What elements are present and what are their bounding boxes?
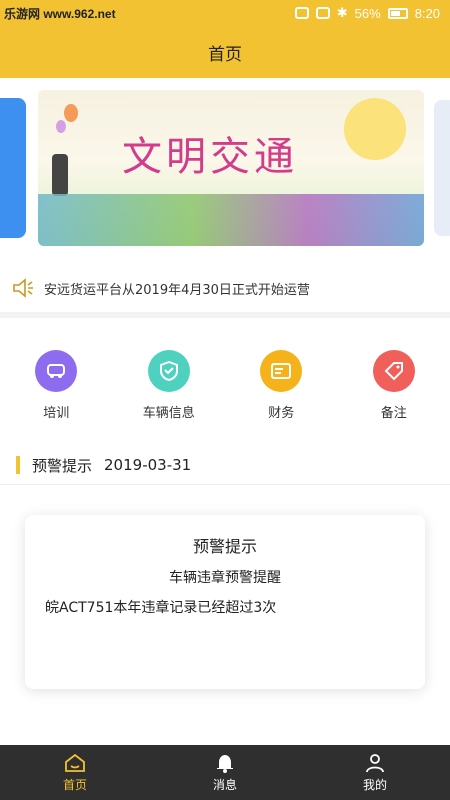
warning-date: 2019-03-31	[104, 456, 192, 474]
city-skyline-graphic	[38, 194, 424, 246]
battery-percent: 56%	[354, 5, 381, 21]
eye-icon	[294, 7, 309, 19]
notice-bar[interactable]: 安远货运平台从2019年4月30日正式开始运营	[0, 266, 450, 310]
status-bar: 乐游网 www.962.net ✱ 56% 8:20	[0, 0, 450, 26]
menu-label: 车辆信息	[142, 406, 195, 421]
banner-slide[interactable]: 文明交通	[38, 90, 424, 246]
nav-item-home[interactable]: 首页	[0, 745, 150, 800]
menu-item-notes[interactable]: 备注	[349, 350, 439, 430]
balloon-graphic	[64, 104, 78, 122]
nav-item-messages[interactable]: 消息	[150, 745, 300, 800]
menu-label: 培训	[43, 406, 70, 421]
warning-section-header: 预警提示 2019-03-31	[0, 448, 450, 482]
shield-icon	[147, 350, 190, 392]
title-bar: 首页	[0, 26, 450, 78]
alarm-icon	[315, 7, 330, 19]
warning-card-title: 预警提示	[192, 537, 257, 556]
menu-item-vehicle-info[interactable]: 车辆信息	[124, 350, 214, 430]
car-icon	[35, 350, 78, 392]
warning-card[interactable]: 预警提示 车辆违章预警提醒 皖ACT751本年违章记录已经超过3次	[25, 515, 425, 689]
warning-heading: 预警提示	[32, 456, 93, 475]
menu-item-finance[interactable]: 财务	[236, 350, 326, 430]
battery-icon	[387, 7, 408, 19]
warning-card-subtitle: 车辆违章预警提醒	[169, 570, 281, 586]
notice-text: 安远货运平台从2019年4月30日正式开始运营	[44, 282, 310, 298]
balloon-graphic	[56, 120, 66, 133]
nav-label: 我的	[362, 777, 387, 792]
nav-item-profile[interactable]: 我的	[300, 745, 450, 800]
bell-icon	[217, 754, 233, 773]
accent-bar	[16, 456, 20, 474]
warning-card-body: 皖ACT751本年违章记录已经超过3次	[45, 600, 277, 616]
menu-label: 财务	[268, 406, 295, 421]
nav-label: 首页	[62, 777, 87, 792]
section-divider	[0, 484, 450, 485]
bluetooth-icon: ✱	[336, 5, 348, 20]
nav-label: 消息	[212, 777, 237, 792]
menu-item-training[interactable]: 培训	[11, 350, 101, 430]
clock-time: 8:20	[414, 5, 440, 21]
banner-carousel[interactable]: 文明交通	[0, 78, 450, 258]
watermark-text: 乐游网 www.962.net	[4, 7, 116, 21]
section-divider	[0, 312, 450, 318]
status-icons: ✱ 56% 8:20	[294, 5, 440, 21]
bottom-nav: 首页 消息 我的	[0, 745, 450, 800]
banner-title-art: 文明交通	[122, 134, 298, 180]
tag-icon	[372, 350, 415, 392]
traffic-light-graphic	[52, 154, 68, 196]
quick-menu: 培训 车辆信息 财务 备注	[0, 350, 450, 430]
page-title: 首页	[208, 44, 242, 65]
menu-label: 备注	[380, 406, 407, 421]
next-banner[interactable]	[434, 100, 450, 236]
home-icon	[65, 753, 85, 772]
card-icon	[260, 350, 303, 392]
banner-sun-graphic	[344, 98, 406, 160]
previous-banner[interactable]	[0, 98, 26, 238]
user-icon	[366, 753, 384, 772]
speaker-icon	[13, 278, 33, 298]
